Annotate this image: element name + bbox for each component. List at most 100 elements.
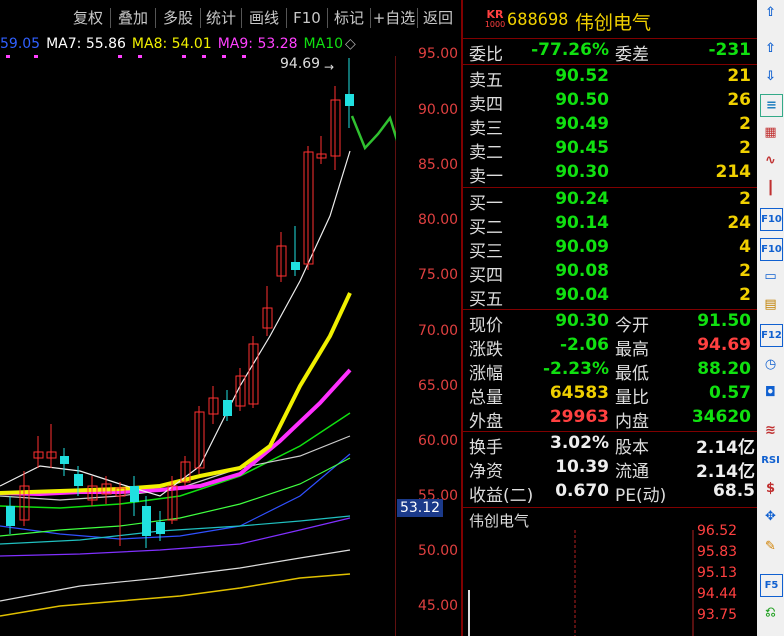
- ask-label: 卖四: [469, 95, 503, 115]
- bid-label: 买三: [469, 242, 503, 262]
- ask-row[interactable]: 卖二 90.45 2: [463, 138, 759, 163]
- quote-panel: KR 1000 688698 伟创电气 委比 -77.26% 委差 -231 卖五…: [461, 0, 759, 636]
- box-icon[interactable]: ◘: [760, 382, 781, 403]
- weibi-label: 委比: [469, 45, 503, 65]
- move-icon[interactable]: ✥: [760, 506, 781, 527]
- add-watchlist-button[interactable]: +自选: [371, 6, 417, 30]
- fuquan-button[interactable]: 复权: [66, 6, 110, 30]
- weibi-row: 委比 -77.26% 委差 -231: [463, 40, 759, 65]
- grid-icon[interactable]: ▦: [760, 122, 781, 143]
- quote-label: 外盘: [469, 412, 503, 432]
- mark-button[interactable]: 标记: [328, 6, 370, 30]
- price-tick: 85.00: [418, 157, 459, 173]
- fund-label: 收益(二): [469, 486, 534, 506]
- f10-icon[interactable]: F10: [760, 208, 783, 231]
- kline-icon[interactable]: ┃: [760, 178, 781, 199]
- ma-legend: 59.05 MA7: 55.86 MA8: 54.01 MA9: 53.28 MA10 ◇: [0, 36, 362, 56]
- bid-row[interactable]: 买二 90.14 24: [463, 213, 759, 238]
- divider: [463, 187, 759, 188]
- stats-button[interactable]: 统计: [201, 6, 241, 30]
- ma10-marker-icon: ◇: [345, 36, 356, 52]
- ask-price: 90.45: [555, 138, 609, 158]
- kline-chart[interactable]: [0, 56, 396, 636]
- back-icon[interactable]: ⎌: [760, 602, 781, 623]
- turnover: 3.02%: [550, 433, 609, 453]
- divider: [463, 309, 759, 310]
- bid-label: 买五: [469, 290, 503, 310]
- price-tick: 95.00: [418, 46, 459, 62]
- pen-icon[interactable]: ✎: [760, 536, 781, 557]
- badge-top: KR: [486, 8, 504, 21]
- rsi-icon[interactable]: RSI: [760, 450, 781, 471]
- info-icon[interactable]: ▤: [760, 294, 781, 315]
- price-tick: 60.00: [418, 433, 459, 449]
- multi-stock-button[interactable]: 多股: [156, 6, 200, 30]
- wave-icon[interactable]: ≋: [760, 420, 781, 441]
- bid-label: 买二: [469, 218, 503, 238]
- bid-price: 90.24: [555, 189, 609, 209]
- quote-label: 涨幅: [469, 364, 503, 384]
- bid-vol: 2: [739, 261, 751, 281]
- up-arrow-icon[interactable]: ⇧: [760, 2, 781, 23]
- low-price: 88.20: [697, 359, 751, 379]
- candles: [6, 58, 354, 548]
- float-shares: 2.14亿: [696, 462, 755, 482]
- stock-name: 伟创电气: [575, 12, 652, 34]
- ask-vol: 21: [727, 66, 751, 86]
- back-button[interactable]: 返回: [418, 6, 458, 30]
- quote-row: 涨幅 -2.23% 最低 88.20: [463, 359, 759, 384]
- ma7-label: MA7: 55.86: [46, 36, 126, 52]
- info-icon[interactable]: ▭: [760, 266, 781, 287]
- weicha-label: 委差: [615, 45, 649, 65]
- mini-tick: 94.44: [697, 586, 738, 602]
- fund-label: PE(动): [615, 486, 667, 506]
- bid-row[interactable]: 买一 90.24 2: [463, 189, 759, 214]
- divider: [463, 64, 759, 65]
- ma8-label: MA8: 54.01: [131, 36, 212, 52]
- ask-price: 90.49: [555, 114, 609, 134]
- f12-icon[interactable]: F12: [760, 324, 783, 347]
- ask-label: 卖五: [469, 71, 503, 91]
- side-toolbar: ⇧ ⇧ ⇩ ≡ ▦ ∿ ┃ F10 F10 ▭ ▤ F12 ◷ ◘ ≋ RSI …: [757, 0, 784, 636]
- bid-row[interactable]: 买四 90.08 2: [463, 261, 759, 286]
- down-arrow-icon[interactable]: ⇩: [760, 66, 781, 87]
- fund-label: 流通: [615, 462, 649, 482]
- ask-label: 卖一: [469, 167, 503, 187]
- change-percent: -2.23%: [542, 359, 609, 379]
- bid-row[interactable]: 买三 90.09 4: [463, 237, 759, 262]
- f5-icon[interactable]: F5: [760, 574, 783, 597]
- fund-label: 净资: [469, 462, 503, 482]
- mini-tick: 95.83: [697, 544, 738, 560]
- ma-line-white: [0, 150, 351, 497]
- fund-row: 换手 3.02% 股本 2.14亿: [463, 433, 759, 458]
- stock-header: KR 1000 688698 伟创电气: [463, 0, 759, 39]
- quote-label: 内盘: [615, 412, 649, 432]
- ask-row[interactable]: 卖一 90.30 214: [463, 162, 759, 187]
- bid-vol: 24: [727, 213, 751, 233]
- open-price: 91.50: [697, 311, 751, 331]
- clock-icon[interactable]: ◷: [760, 354, 781, 375]
- overlay-button[interactable]: 叠加: [111, 6, 155, 30]
- price-axis: 95.00 90.00 85.00 80.00 75.00 70.00 65.0…: [396, 36, 461, 636]
- f10-button[interactable]: F10: [287, 6, 327, 30]
- dollar-icon[interactable]: $: [760, 478, 781, 499]
- draw-line-button[interactable]: 画线: [242, 6, 286, 30]
- ask-vol: 26: [727, 90, 751, 110]
- bid-row[interactable]: 买五 90.04 2: [463, 285, 759, 310]
- quote-row: 涨跌 -2.06 最高 94.69: [463, 335, 759, 360]
- ma-line-white-low: [0, 549, 351, 602]
- price-tick: 50.00: [418, 543, 459, 559]
- line-chart-icon[interactable]: ∿: [760, 150, 781, 171]
- ask-row[interactable]: 卖三 90.49 2: [463, 114, 759, 139]
- ask-row[interactable]: 卖四 90.50 26: [463, 90, 759, 115]
- ask-vol: 214: [715, 162, 752, 182]
- report-icon[interactable]: ≡: [760, 94, 783, 117]
- ma6-value: 59.05: [0, 36, 41, 52]
- bid-vol: 2: [739, 189, 751, 209]
- price-tick: 65.00: [418, 378, 459, 394]
- mini-chart-title: 伟创电气: [469, 512, 530, 530]
- ask-row[interactable]: 卖五 90.52 21: [463, 66, 759, 91]
- f10-icon[interactable]: F10: [760, 238, 783, 261]
- up-arrow-icon[interactable]: ⇧: [760, 38, 781, 59]
- quote-row: 总量 64583 量比 0.57: [463, 383, 759, 408]
